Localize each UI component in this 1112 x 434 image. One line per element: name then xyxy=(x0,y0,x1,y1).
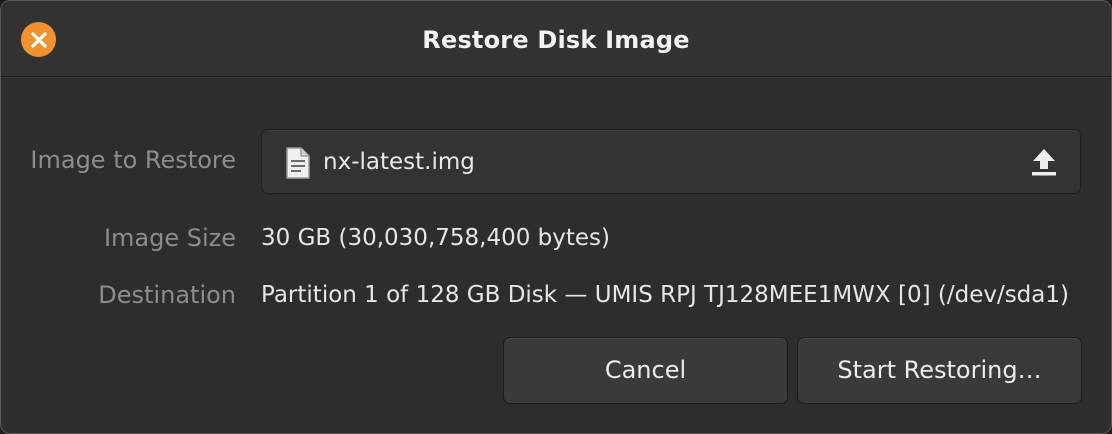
cancel-button[interactable]: Cancel xyxy=(503,337,788,404)
dialog-title: Restore Disk Image xyxy=(422,26,690,54)
image-to-restore-label: Image to Restore xyxy=(30,146,236,174)
start-restoring-button[interactable]: Start Restoring… xyxy=(797,337,1082,404)
close-button[interactable] xyxy=(21,22,56,57)
destination-label: Destination xyxy=(98,281,236,309)
restore-disk-image-dialog: Restore Disk Image Image to Restore nx-l… xyxy=(0,0,1112,434)
image-file-name: nx-latest.img xyxy=(323,149,475,175)
destination-value: Partition 1 of 128 GB Disk — UMIS RPJ TJ… xyxy=(261,282,1069,308)
image-size-label: Image Size xyxy=(103,224,236,252)
upload-icon xyxy=(1032,149,1056,176)
image-size-value: 30 GB (30,030,758,400 bytes) xyxy=(261,225,611,251)
document-icon xyxy=(286,147,310,179)
image-file-chooser[interactable]: nx-latest.img xyxy=(261,129,1081,194)
close-icon xyxy=(30,31,47,48)
